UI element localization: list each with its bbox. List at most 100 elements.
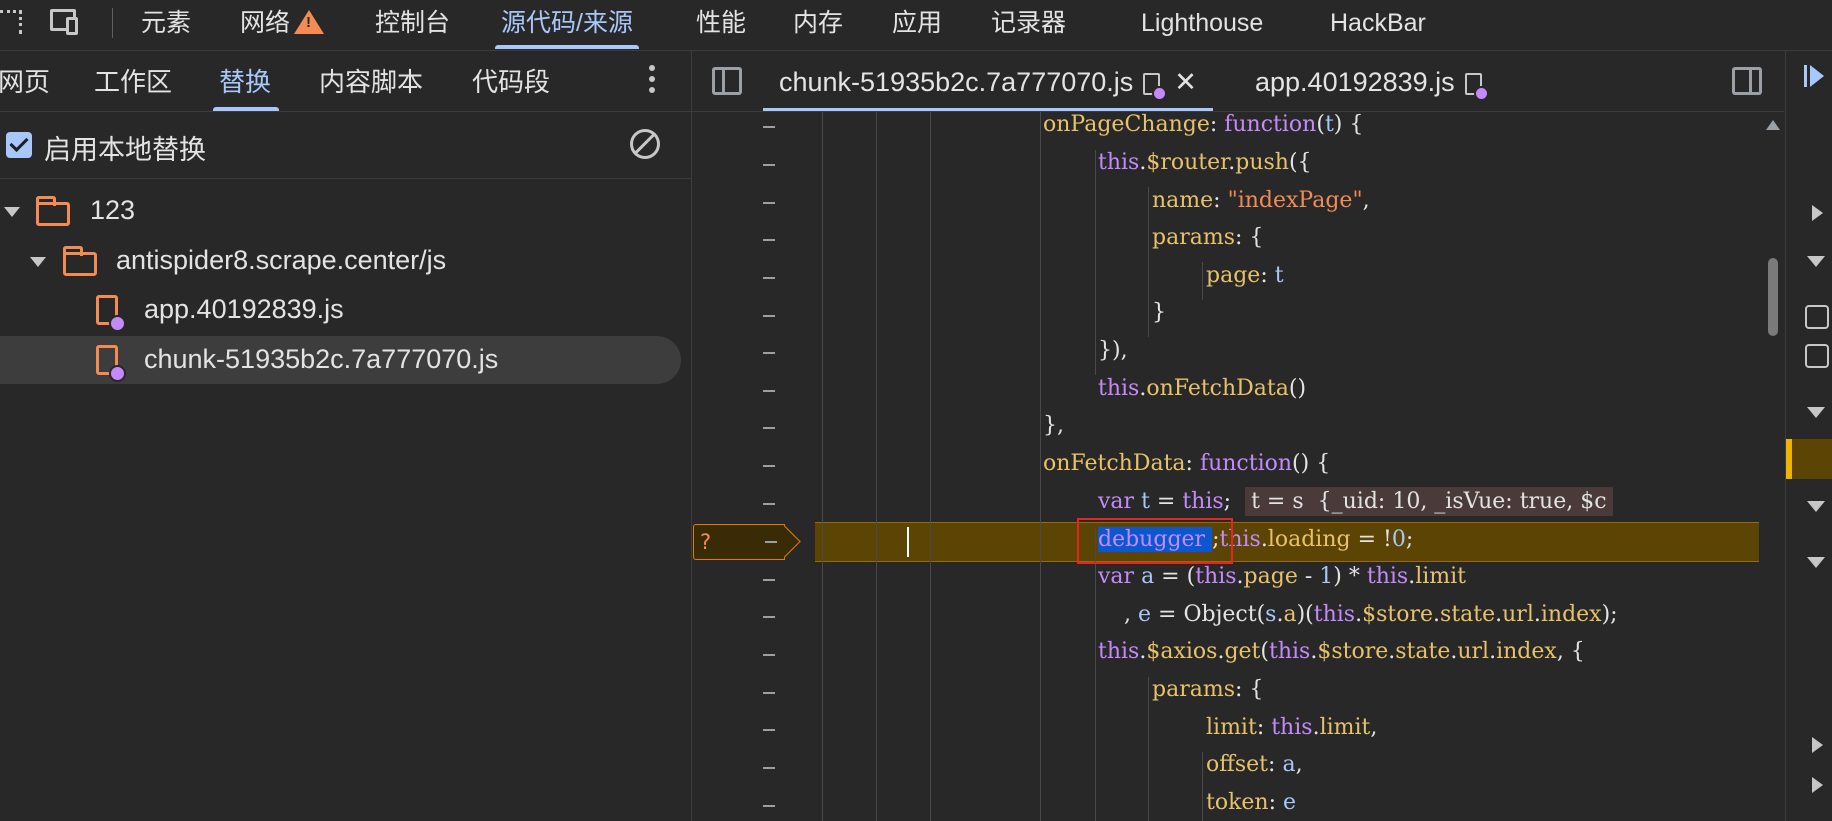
gutter-marker (763, 729, 775, 731)
editor-tab-app[interactable]: app.40192839.js (1255, 51, 1489, 111)
indent-guide (1202, 752, 1203, 821)
tab-application[interactable]: 应用 (892, 0, 942, 48)
tab-content-scripts[interactable]: 内容脚本 (319, 51, 423, 111)
tab-snippets[interactable]: 代码段 (472, 51, 550, 111)
gutter-marker (763, 465, 775, 467)
collapse-down-icon[interactable] (1807, 501, 1825, 512)
devtools-main-toolbar: 元素 网络 控制台 源代码/来源 性能 内存 应用 记录器 Lighthouse… (0, 0, 1832, 51)
toolbar-divider (112, 8, 113, 38)
code-line: this.onFetchData() (1098, 376, 1307, 401)
tab-page[interactable]: 网页 (0, 51, 50, 111)
expand-arrow-icon[interactable] (4, 207, 20, 217)
text-cursor (907, 527, 909, 557)
sources-navigator: 网页 工作区 替换 内容脚本 代码段 启用本地替换 123 antispider… (0, 51, 692, 821)
gutter-marker (763, 616, 775, 618)
code-line: , e = Object(s.a)(this.$store.state.url.… (1124, 602, 1618, 627)
device-toolbar-icon[interactable] (50, 9, 80, 35)
gutter-marker (763, 277, 775, 279)
tab-performance[interactable]: 性能 (696, 0, 746, 48)
code-line: offset: a, (1206, 752, 1303, 777)
scroll-up-arrow-icon[interactable] (1766, 120, 1780, 130)
tab-sources[interactable]: 源代码/来源 (495, 0, 639, 49)
tab-recorder[interactable]: 记录器 (991, 0, 1066, 48)
code-line: limit: this.limit, (1206, 715, 1378, 740)
gutter-marker (763, 767, 775, 769)
tree-item-folder-domain[interactable]: antispider8.scrape.center/js (0, 237, 691, 285)
inspect-element-icon[interactable] (0, 10, 22, 34)
tab-workspace[interactable]: 工作区 (94, 51, 172, 111)
more-options-icon[interactable] (648, 65, 656, 97)
tab-network-label: 网络 (240, 9, 291, 37)
tab-elements[interactable]: 元素 (141, 0, 191, 48)
collapse-down-icon[interactable] (1807, 407, 1825, 418)
checkbox-icon[interactable] (1805, 305, 1829, 329)
tree-item-folder-123[interactable]: 123 (0, 187, 691, 235)
gutter-marker (763, 239, 775, 241)
tree-item-label: antispider8.scrape.center/js (116, 245, 447, 275)
clear-overrides-icon[interactable] (630, 129, 660, 159)
editor-tab-label: chunk-51935b2c.7a777070.js (779, 67, 1134, 97)
gutter-mark: ? (699, 530, 712, 554)
close-tab-icon[interactable]: ✕ (1174, 51, 1197, 113)
gutter-marker (763, 126, 775, 128)
indent-guide (1202, 262, 1203, 300)
file-override-icon (1464, 72, 1489, 101)
expand-arrow-icon[interactable] (30, 257, 46, 267)
toggle-navigator-icon[interactable] (712, 67, 742, 95)
indent-guide (1040, 112, 1041, 821)
navigator-tabs: 网页 工作区 替换 内容脚本 代码段 (0, 51, 691, 112)
scrollbar-thumb[interactable] (1768, 258, 1778, 336)
tab-network[interactable]: 网络 (240, 0, 325, 48)
tab-memory[interactable]: 内存 (793, 0, 843, 48)
inline-variable-value: t = s {_uid: 10, _isVue: true, $c (1245, 487, 1613, 516)
gutter-marker (763, 202, 775, 204)
indent-guide (1148, 677, 1149, 821)
file-icon (96, 345, 126, 382)
gutter-marker (763, 503, 775, 505)
expand-right-icon[interactable] (1812, 205, 1823, 221)
tab-lighthouse[interactable]: Lighthouse (1141, 0, 1263, 48)
checkbox-icon[interactable] (1805, 344, 1829, 368)
tab-hackbar[interactable]: HackBar (1330, 0, 1426, 48)
expand-right-icon[interactable] (1812, 737, 1823, 753)
tab-console[interactable]: 控制台 (375, 0, 450, 48)
line-gutter[interactable] (692, 112, 810, 821)
tree-item-label: 123 (90, 195, 136, 225)
modified-dot-icon (109, 365, 126, 382)
gutter-marker (763, 352, 775, 354)
code-line: page: t (1206, 263, 1284, 288)
indent-guide (876, 112, 877, 821)
file-icon (96, 295, 126, 332)
tab-overrides[interactable]: 替换 (212, 51, 280, 111)
gutter-marker (763, 692, 775, 694)
gutter-marker (763, 390, 775, 392)
execution-pointer-marker[interactable]: ? (693, 524, 785, 560)
editor-tab-chunk[interactable]: chunk-51935b2c.7a777070.js ✕ (763, 51, 1213, 113)
tree-item-label: app.40192839.js (144, 294, 344, 324)
indent-guide (1148, 187, 1149, 337)
folder-icon (63, 246, 97, 276)
code-line: params: { (1152, 677, 1264, 702)
warning-icon (294, 10, 325, 34)
gutter-marker (763, 427, 775, 429)
code-editor[interactable]: onPageChange: function(t) { this.$router… (810, 112, 1760, 821)
tree-item-file-app[interactable]: app.40192839.js (0, 286, 691, 334)
code-line: params: { (1152, 225, 1264, 250)
resume-script-icon[interactable] (1804, 65, 1824, 87)
enable-overrides-checkbox[interactable] (6, 132, 32, 158)
gutter-marker (763, 654, 775, 656)
tree-item-file-chunk[interactable]: chunk-51935b2c.7a777070.js (0, 336, 681, 384)
code-line: name: "indexPage", (1152, 188, 1370, 213)
collapse-down-icon[interactable] (1807, 256, 1825, 267)
enable-overrides-label: 启用本地替换 (44, 135, 206, 165)
expand-right-icon[interactable] (1812, 777, 1823, 793)
collapse-down-icon[interactable] (1807, 557, 1825, 568)
editor-scrollbar[interactable] (1762, 112, 1784, 821)
indent-guide (1095, 150, 1096, 375)
code-line: onPageChange: function(t) { (1043, 112, 1364, 137)
editor-tab-label: app.40192839.js (1255, 67, 1455, 97)
toggle-debugger-icon[interactable] (1732, 67, 1762, 95)
folder-icon (36, 196, 70, 226)
code-line: var t = this; t = s {_uid: 10, _isVue: t… (1098, 483, 1613, 521)
annotation-red-box (1077, 518, 1233, 564)
